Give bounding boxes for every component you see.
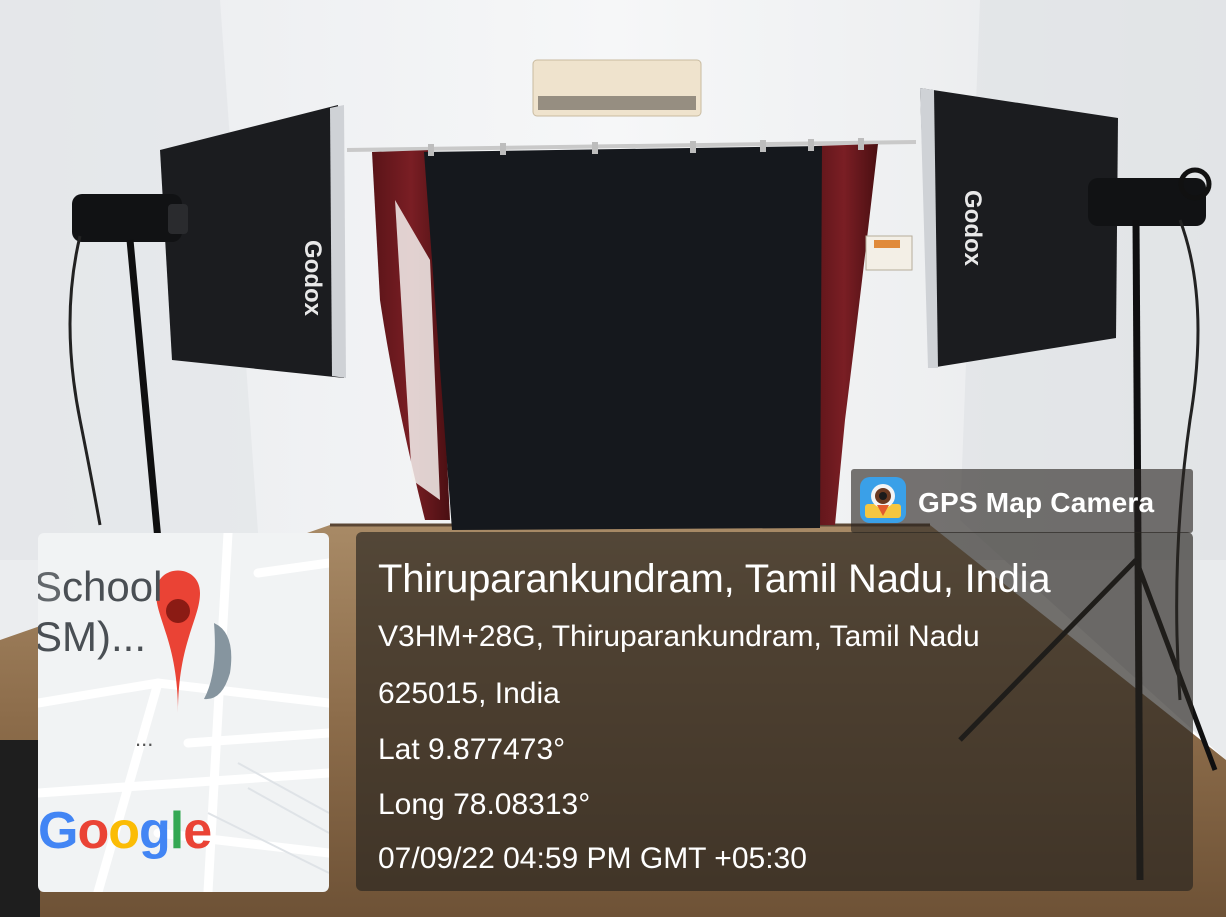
map-label-line2: SM)... (38, 613, 146, 660)
latitude: Lat 9.877473° (378, 733, 566, 766)
photo-frame: Godox Godox GPS Map Camera Thiruparankun… (0, 0, 1226, 917)
google-logo: Google (38, 801, 212, 861)
google-logo-letter: l (169, 802, 184, 860)
left-softbox: Godox (160, 105, 346, 378)
gps-map-camera-icon (860, 477, 906, 523)
map-label-line1: chool (62, 563, 163, 610)
date-time: 07/09/22 04:59 PM GMT +05:30 (378, 842, 807, 875)
map-label-prefix: S (38, 563, 63, 610)
app-name: GPS Map Camera (918, 487, 1155, 518)
left-flash-head (72, 194, 182, 242)
google-logo-letter: e (183, 802, 212, 860)
google-logo-letter: g (138, 802, 171, 860)
svg-text:Godox: Godox (299, 240, 326, 317)
map-more-dots: ... (135, 726, 154, 751)
svg-text:Godox: Godox (959, 190, 986, 267)
chair-edge (0, 740, 40, 917)
black-backdrop (424, 146, 822, 530)
map-thumbnail: School SM)... ... Google (38, 533, 329, 892)
place-title: Thiruparankundram, Tamil Nadu, India (378, 557, 1051, 601)
google-logo-letter: G (38, 802, 78, 860)
right-softbox: Godox (920, 88, 1118, 368)
google-logo-letter: o (77, 802, 109, 860)
address-line-1: V3HM+28G, Thiruparankundram, Tamil Nadu (378, 620, 980, 653)
google-logo-letter: o (108, 802, 140, 860)
longitude: Long 78.08313° (378, 788, 591, 821)
address-line-2: 625015, India (378, 677, 560, 710)
right-flash-head (1088, 178, 1206, 226)
